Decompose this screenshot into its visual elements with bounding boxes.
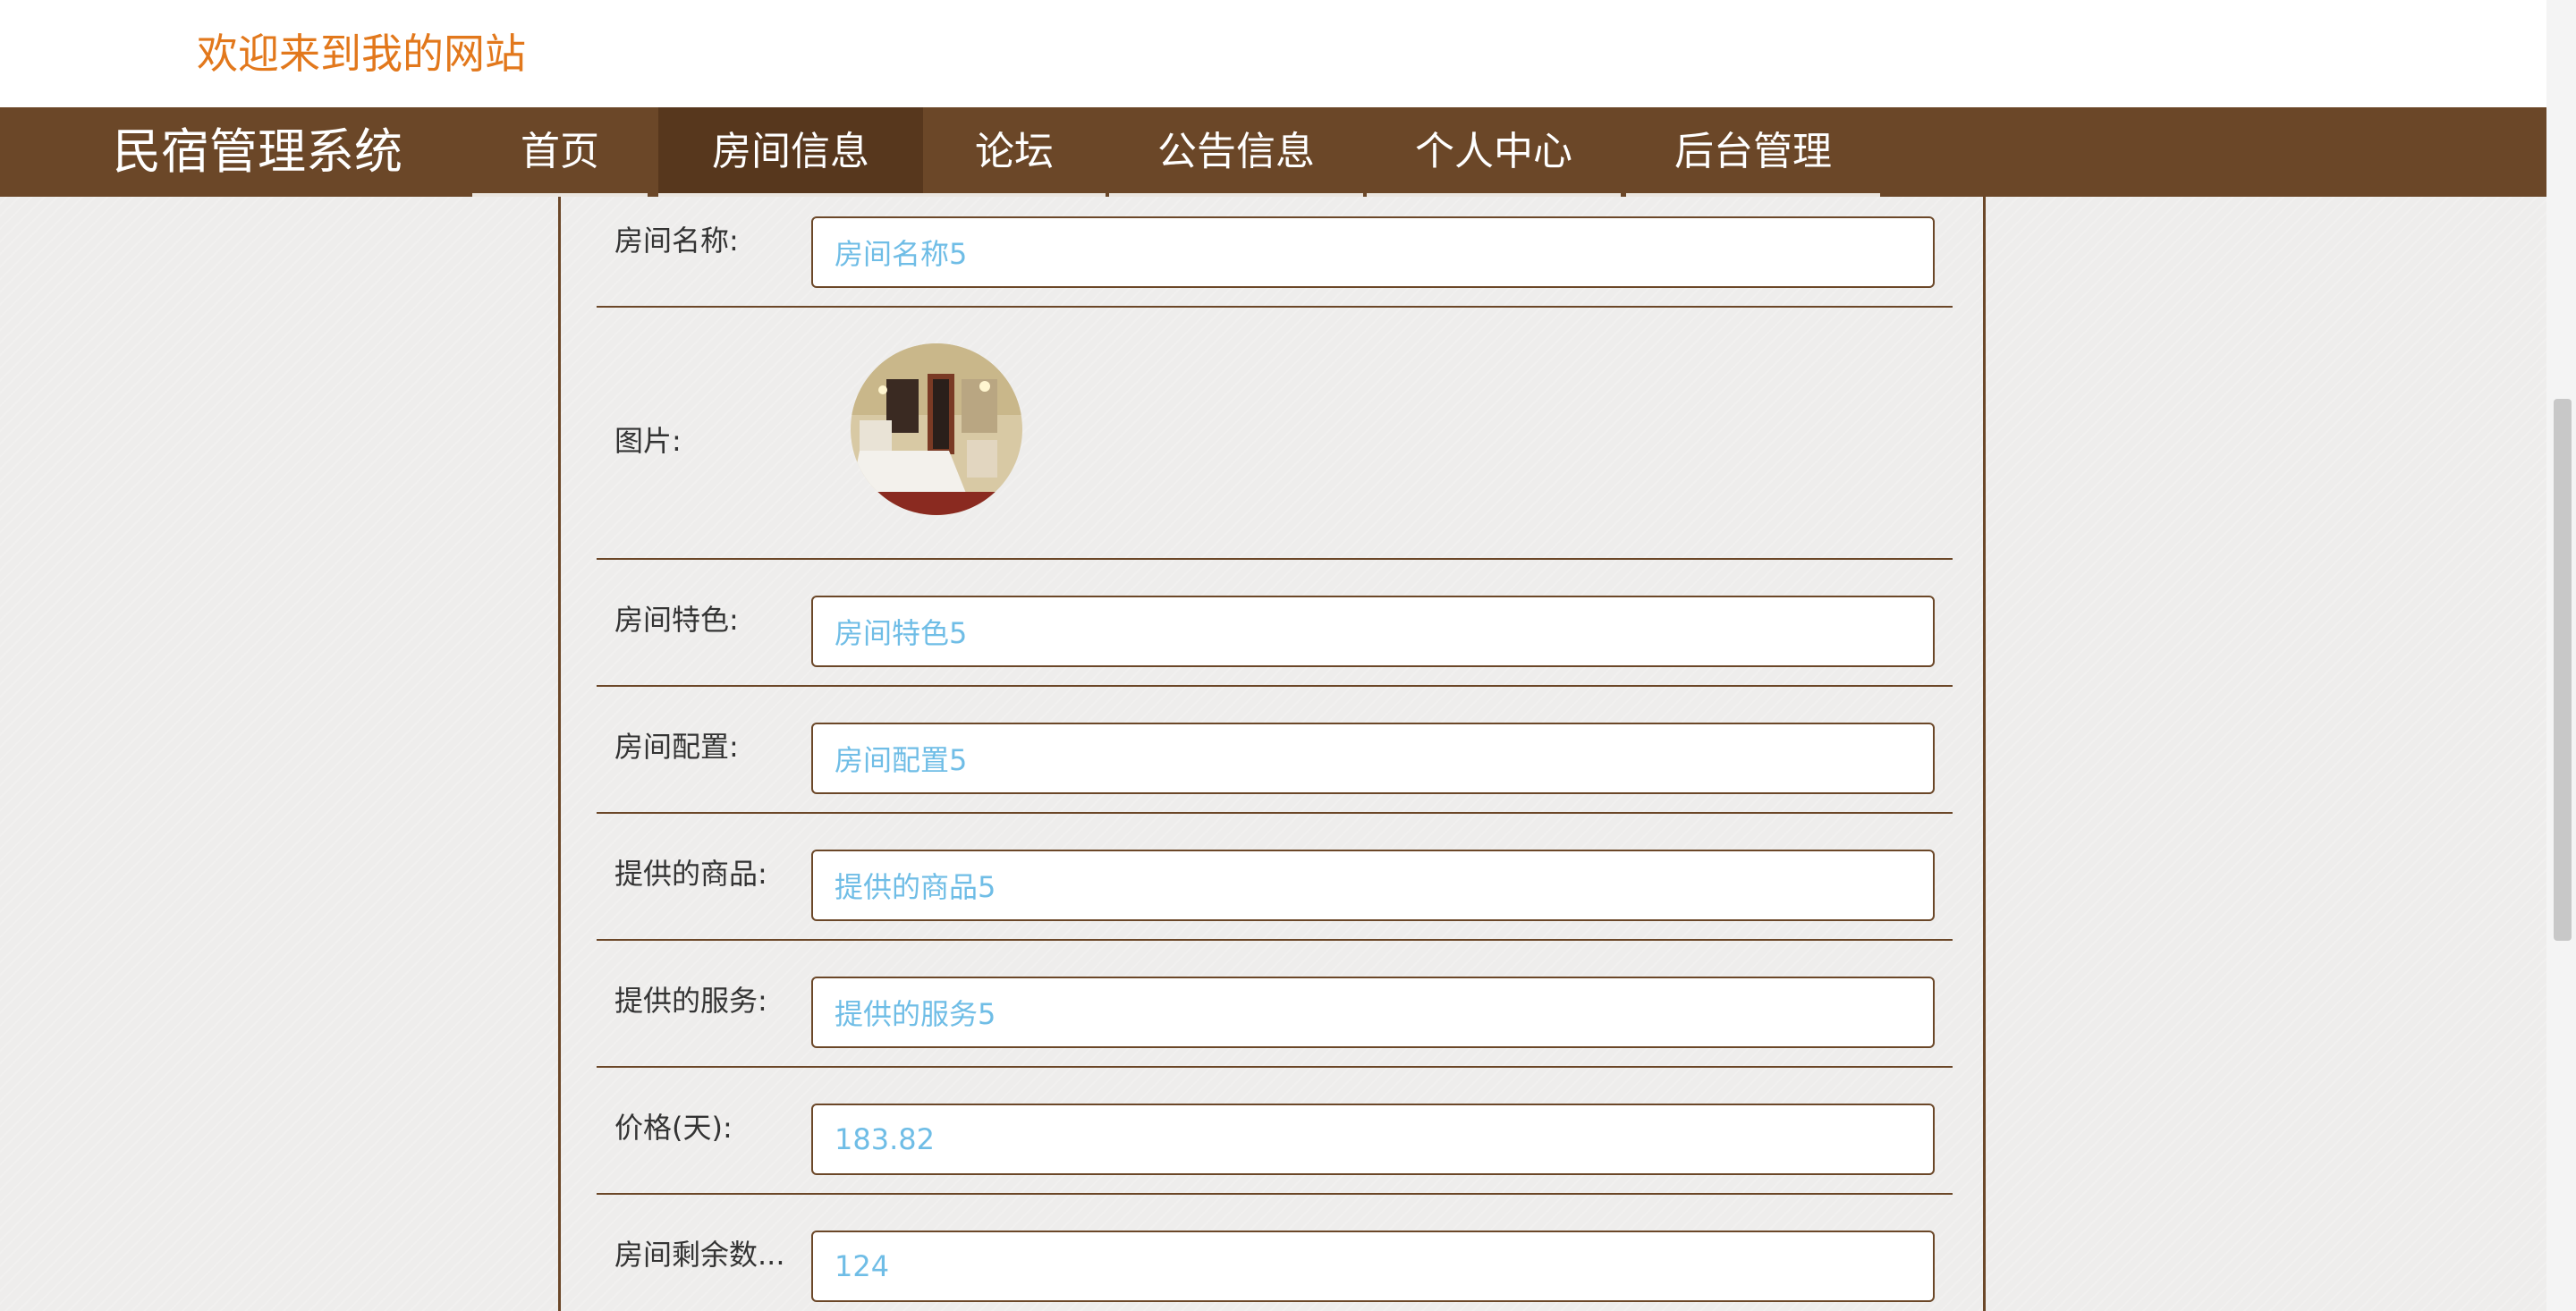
feature-label: 房间特色: (614, 603, 739, 637)
form-row-goods: 提供的商品: (597, 814, 1953, 941)
room-photo (851, 343, 1022, 515)
page: 欢迎来到我的网站 民宿管理系统 首页 房间信息 论坛 公告信息 个人中心 后台管… (0, 0, 2576, 1311)
price-label: 价格(天): (614, 1111, 733, 1145)
goods-label: 提供的商品: (614, 857, 767, 891)
nav-item-personal-center[interactable]: 个人中心 (1367, 107, 1621, 197)
hotel-room-photo-icon (851, 343, 1022, 515)
form-row-room-name: 房间名称: (597, 197, 1953, 308)
room-detail-form: 房间名称: 图片: (558, 197, 1986, 1311)
nav-item-announcements[interactable]: 公告信息 (1109, 107, 1363, 197)
price-field[interactable] (811, 1104, 1935, 1175)
nav-item-forum[interactable]: 论坛 (923, 107, 1106, 197)
remaining-label: 房间剩余数... (614, 1238, 785, 1272)
config-label: 房间配置: (614, 730, 739, 764)
form-row-price: 价格(天): (597, 1068, 1953, 1195)
nav-item-admin[interactable]: 后台管理 (1626, 107, 1880, 197)
top-banner: 欢迎来到我的网站 (0, 0, 2546, 107)
remaining-field[interactable] (811, 1231, 1935, 1302)
form-row-service: 提供的服务: (597, 941, 1953, 1068)
navbar: 民宿管理系统 首页 房间信息 论坛 公告信息 个人中心 后台管理 (0, 107, 2546, 197)
welcome-text: 欢迎来到我的网站 (197, 30, 526, 78)
room-name-label: 房间名称: (614, 224, 739, 258)
config-field[interactable] (811, 723, 1935, 794)
feature-field[interactable] (811, 596, 1935, 667)
service-field[interactable] (811, 977, 1935, 1048)
form-row-remaining: 房间剩余数... (597, 1195, 1953, 1311)
form-row-config: 房间配置: (597, 687, 1953, 814)
scrollbar-thumb[interactable] (2554, 399, 2572, 941)
site-brand[interactable]: 民宿管理系统 (113, 107, 402, 197)
form-row-feature: 房间特色: (597, 560, 1953, 687)
nav-item-room-info[interactable]: 房间信息 (658, 107, 923, 197)
room-name-field[interactable] (811, 216, 1935, 288)
page-scrollbar[interactable] (2546, 0, 2576, 1311)
form-row-image: 图片: (597, 308, 1953, 560)
service-label: 提供的服务: (614, 984, 767, 1018)
goods-field[interactable] (811, 850, 1935, 921)
nav-item-home[interactable]: 首页 (472, 107, 648, 197)
image-label: 图片: (614, 424, 682, 458)
